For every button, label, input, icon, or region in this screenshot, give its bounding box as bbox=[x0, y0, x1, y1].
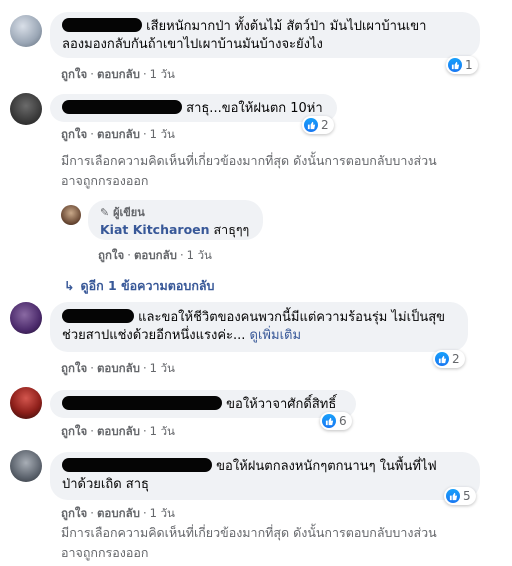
like-button[interactable]: ถูกใจ bbox=[61, 127, 87, 141]
comment-text-line1: เสียหนักมากป่า ทั้งต้นไม้ สัตว์ป่า มันไป… bbox=[146, 19, 427, 34]
reaction-count[interactable]: 2 bbox=[433, 350, 465, 368]
reaction-count[interactable]: 2 bbox=[302, 116, 334, 134]
like-button[interactable]: ถูกใจ bbox=[61, 506, 87, 520]
comment-actions: ถูกใจ · ตอบกลับ · 1 วัน bbox=[61, 506, 175, 520]
comment-text-line1: และขอให้ชีวิตของคนพวกนี้มีแต่ความร้อนรุ่… bbox=[138, 310, 446, 325]
author-reply-text: สาธุๆๆ bbox=[213, 222, 250, 237]
comment-text-line2: ช่วยสาปแช่งด้วยอีกหนึ่งแรงค่ะ... bbox=[62, 328, 246, 343]
like-button[interactable]: ถูกใจ bbox=[98, 248, 124, 262]
author-reply-actions: ถูกใจ · ตอบกลับ · 1 วัน bbox=[98, 248, 212, 262]
like-button[interactable]: ถูกใจ bbox=[61, 361, 87, 375]
author-avatar[interactable] bbox=[61, 205, 81, 225]
comment-bubble: เสียหนักมากป่า ทั้งต้นไม้ สัตว์ป่า มันไป… bbox=[50, 12, 480, 58]
see-more-link[interactable]: ดูเพิ่มเติม bbox=[250, 328, 301, 343]
avatar[interactable] bbox=[10, 15, 42, 47]
reply-button[interactable]: ตอบกลับ bbox=[97, 424, 140, 438]
filter-note: มีการเลือกความคิดเห็นที่เกี่ยวข้องมากที่… bbox=[61, 525, 437, 560]
like-button[interactable]: ถูกใจ bbox=[61, 424, 87, 438]
reaction-count[interactable]: 6 bbox=[320, 412, 352, 430]
redacted-commenter-name bbox=[62, 458, 212, 472]
timestamp[interactable]: 1 วัน bbox=[187, 248, 212, 262]
comment-text-line1: ขอให้ฝนตกลงหนักๆตกนานๆ ในพื้นที่ไฟ bbox=[216, 459, 437, 474]
author-reply-bubble: ✎ ผู้เขียน Kiat Kitcharoen สาธุๆๆ bbox=[88, 200, 263, 240]
avatar[interactable] bbox=[10, 93, 42, 125]
comment-bubble: ขอให้วาจาศักดิ์สิทธิ์ bbox=[50, 390, 356, 418]
timestamp[interactable]: 1 วัน bbox=[150, 506, 175, 520]
comment-text-line2: ป่าด้วยเถิด สาธุ bbox=[62, 477, 149, 492]
timestamp[interactable]: 1 วัน bbox=[150, 67, 175, 81]
timestamp[interactable]: 1 วัน bbox=[150, 361, 175, 375]
comment-text: ขอให้วาจาศักดิ์สิทธิ์ bbox=[226, 397, 337, 412]
pencil-icon: ✎ bbox=[100, 206, 110, 219]
reaction-count[interactable]: 1 bbox=[446, 56, 478, 74]
filter-note: มีการเลือกความคิดเห็นที่เกี่ยวข้องมากที่… bbox=[61, 153, 437, 188]
comment-actions: ถูกใจ · ตอบกลับ · 1 วัน bbox=[61, 67, 175, 81]
redacted-commenter-name bbox=[62, 309, 134, 323]
like-icon bbox=[435, 352, 449, 366]
reply-button[interactable]: ตอบกลับ bbox=[97, 361, 140, 375]
comment-bubble: สาธุ...ขอให้ฝนตก 10ห่า bbox=[50, 94, 337, 122]
reply-button[interactable]: ตอบกลับ bbox=[134, 248, 177, 262]
redacted-commenter-name bbox=[62, 396, 222, 410]
reply-button[interactable]: ตอบกลับ bbox=[97, 127, 140, 141]
author-badge: ✎ ผู้เขียน bbox=[100, 206, 145, 219]
reply-button[interactable]: ตอบกลับ bbox=[97, 67, 140, 81]
redacted-commenter-name bbox=[62, 18, 142, 32]
timestamp[interactable]: 1 วัน bbox=[150, 424, 175, 438]
like-icon bbox=[304, 118, 318, 132]
like-icon bbox=[322, 414, 336, 428]
reply-arrow-icon: ↳ bbox=[64, 278, 75, 293]
comment-text: สาธุ...ขอให้ฝนตก 10ห่า bbox=[186, 101, 323, 116]
comment-actions: ถูกใจ · ตอบกลับ · 1 วัน bbox=[61, 424, 175, 438]
comment-text-line2: ลองมองกลับกันถ้าเขาไปเผาบ้านมันบ้างจะยัง… bbox=[62, 37, 323, 52]
reaction-count[interactable]: 5 bbox=[444, 487, 476, 505]
comment-actions: ถูกใจ · ตอบกลับ · 1 วัน bbox=[61, 127, 175, 141]
author-name[interactable]: Kiat Kitcharoen bbox=[100, 222, 210, 237]
like-icon bbox=[448, 58, 462, 72]
avatar[interactable] bbox=[10, 302, 42, 334]
comment-bubble: และขอให้ชีวิตของคนพวกนี้มีแต่ความร้อนรุ่… bbox=[50, 302, 468, 352]
redacted-commenter-name bbox=[62, 100, 182, 114]
comment-actions: ถูกใจ · ตอบกลับ · 1 วัน bbox=[61, 361, 175, 375]
comment-bubble: ขอให้ฝนตกลงหนักๆตกนานๆ ในพื้นที่ไฟ ป่าด้… bbox=[50, 452, 480, 500]
timestamp[interactable]: 1 วัน bbox=[150, 127, 175, 141]
like-icon bbox=[446, 489, 460, 503]
reply-button[interactable]: ตอบกลับ bbox=[97, 506, 140, 520]
view-more-replies[interactable]: ↳ ดูอีก 1 ข้อความตอบกลับ bbox=[64, 276, 215, 296]
avatar[interactable] bbox=[10, 450, 42, 482]
avatar[interactable] bbox=[10, 387, 42, 419]
like-button[interactable]: ถูกใจ bbox=[61, 67, 87, 81]
